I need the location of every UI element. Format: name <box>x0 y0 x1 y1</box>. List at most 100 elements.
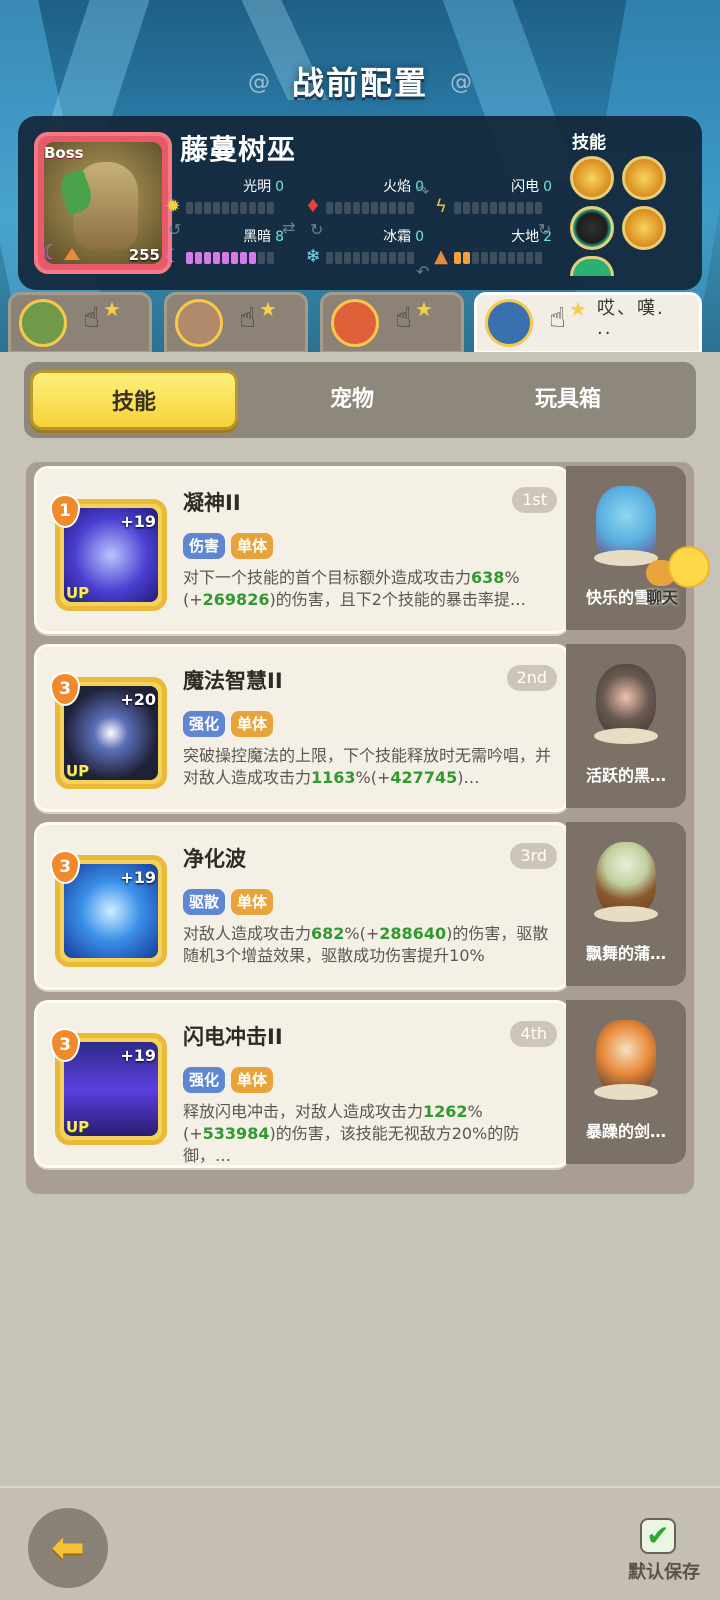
pet-figure <box>596 842 656 916</box>
skill-rank: 4th <box>510 1021 557 1047</box>
skill-card-4[interactable]: 3 +19 UP 闪电冲击II 4th 强化 单体 释放闪电冲击，对敌人造成攻击… <box>34 1000 570 1168</box>
config-tab-bar: 技能 宠物 玩具箱 <box>24 362 696 438</box>
battle-background: @ @ 战前配置 Boss ☾ 255 藤蔓树巫 光明 0 ✹ 火焰 0 ♦ 闪电 0 <box>0 0 720 360</box>
skill-rank: 2nd <box>506 665 557 691</box>
cycle-arrow-icon: ↻ <box>538 220 552 239</box>
skill-card-3[interactable]: 3 +19 净化波 3rd 驱散 单体 对敌人造成攻击力682%(+288640… <box>34 822 570 990</box>
chat-button[interactable]: 聊天 <box>646 546 710 607</box>
boss-skill-icon[interactable] <box>570 206 614 250</box>
skill-card-1[interactable]: 1 +19 UP 凝神II 1st 伤害 单体 对下一个技能的首个目标额外造成攻… <box>34 466 570 634</box>
boss-name: 藤蔓树巫 <box>180 133 297 166</box>
skill-tag: 强化 <box>183 1067 226 1093</box>
skill-name: 凝神II <box>183 491 241 515</box>
hero-tab-4[interactable]: ☝ ★ 哎、嘆. .. <box>474 292 702 354</box>
star-icon: ★ <box>569 297 587 321</box>
skill-description: 对下一个技能的首个目标额外造成攻击力638%(+269826)的伤害，且下2个技… <box>183 568 526 609</box>
bottom-bar <box>0 1486 720 1600</box>
tap-hand-icon: ☝ <box>395 301 413 334</box>
skill-plus: +19 <box>120 1046 156 1065</box>
cycle-arrow-icon: ↺ <box>168 220 182 239</box>
skill-description: 释放闪电冲击，对敌人造成攻击力1262%(+533984)的伤害，该技能无视敌方… <box>183 1102 520 1165</box>
earth-element-icon <box>64 248 80 260</box>
boss-skill-icon[interactable] <box>570 256 614 276</box>
tab-toybox[interactable]: 玩具箱 <box>464 370 672 430</box>
skill-rank: 1st <box>512 487 557 513</box>
skill-tag: 伤害 <box>183 533 226 559</box>
skill-plus: +19 <box>120 868 156 887</box>
boss-portrait[interactable]: Boss ☾ 255 <box>34 132 172 274</box>
skill-name: 净化波 <box>183 847 246 871</box>
skill-card-2[interactable]: 3 +20 UP 魔法智慧II 2nd 强化 单体 突破操控魔法的上限，下个技能… <box>34 644 570 812</box>
pet-slot-2[interactable]: 活跃的黑… <box>566 644 686 808</box>
boss-level: 255 <box>128 246 160 264</box>
skill-tag: 强化 <box>183 711 226 737</box>
skill-tag: 单体 <box>231 889 274 915</box>
boss-skill-icon[interactable] <box>622 156 666 200</box>
skill-icon[interactable]: 3 +19 <box>50 850 167 967</box>
hero-tab-1[interactable]: ☝ ★ <box>8 292 152 354</box>
snowflake-icon: ❄ <box>305 246 321 267</box>
hero-tab-text: 哎、嘆. .. <box>597 298 665 339</box>
star-icon: ★ <box>103 297 121 321</box>
lightning-icon: ϟ <box>435 196 447 217</box>
earth-icon: ▲ <box>434 246 448 267</box>
chat-label: 聊天 <box>646 588 679 607</box>
pet-name: 活跃的黑… <box>585 766 666 785</box>
hero-tab-2[interactable]: ☝ ★ <box>164 292 308 354</box>
moon-icon: ☾ <box>164 246 182 267</box>
skill-tag: 驱散 <box>183 889 226 915</box>
boss-skills-label: 技能 <box>572 133 606 153</box>
sun-icon: ✹ <box>165 196 181 217</box>
cycle-arrow-icon: ↻ <box>310 220 324 239</box>
tap-hand-icon: ☝ <box>83 301 101 334</box>
skill-icon[interactable]: 3 +19 UP <box>50 1028 167 1145</box>
element-light: 光明 0 ✹ <box>162 176 290 222</box>
dark-element-icon: ☾ <box>42 240 60 264</box>
skill-tag: 单体 <box>231 1067 274 1093</box>
hero-avatar <box>175 299 223 347</box>
boss-tag: Boss <box>44 144 84 162</box>
pet-name: 暴躁的剑… <box>585 1122 666 1141</box>
default-save-label: 默认保存 <box>628 1562 700 1583</box>
skill-description: 对敌人造成攻击力682%(+288640)的伤害，驱散随机3个增益效果，驱散成功… <box>183 924 549 965</box>
cycle-arrow-icon: ↷ <box>416 182 430 201</box>
skill-icon[interactable]: 1 +19 UP <box>50 494 167 611</box>
page-title: 战前配置 <box>291 64 428 102</box>
hero-avatar <box>19 299 67 347</box>
tap-hand-icon: ☝ <box>549 301 567 334</box>
pet-name: 飘舞的蒲… <box>585 944 666 963</box>
skill-tag: 单体 <box>231 533 274 559</box>
pet-figure <box>596 664 656 738</box>
swap-arrow-icon: ⇄ <box>282 218 296 237</box>
boss-skill-icon[interactable] <box>622 206 666 250</box>
hero-avatar <box>331 299 379 347</box>
skill-icon[interactable]: 3 +20 UP <box>50 672 167 789</box>
pet-slot-3[interactable]: 飘舞的蒲… <box>566 822 686 986</box>
pet-slot-4[interactable]: 暴躁的剑… <box>566 1000 686 1164</box>
hero-tab-3[interactable]: ☝ ★ <box>320 292 464 354</box>
skill-plus: +20 <box>120 690 156 709</box>
tab-skill[interactable]: 技能 <box>30 370 238 430</box>
boss-skill-icon[interactable] <box>570 156 614 200</box>
smiley-icon <box>668 546 710 588</box>
skill-name: 闪电冲击II <box>183 1025 283 1049</box>
default-save-checkbox[interactable]: ✔ <box>640 1518 676 1554</box>
cycle-arrow-icon: ↶ <box>416 262 430 281</box>
skill-up-badge: UP <box>66 584 90 602</box>
skill-description: 突破操控魔法的上限，下个技能释放时无需吟唱，并对敌人造成攻击力1163%(+42… <box>183 746 552 787</box>
tab-pet[interactable]: 宠物 <box>248 370 456 430</box>
hero-avatar <box>485 299 533 347</box>
skill-name: 魔法智慧II <box>183 669 283 693</box>
pet-figure <box>596 1020 656 1094</box>
skill-up-badge: UP <box>66 762 90 780</box>
star-icon: ★ <box>259 297 277 321</box>
back-button[interactable]: ⬅ <box>28 1508 108 1588</box>
skill-tag: 单体 <box>231 711 274 737</box>
element-lightning: 闪电 0 ϟ <box>430 176 558 222</box>
star-icon: ★ <box>415 297 433 321</box>
fire-icon: ♦ <box>304 196 322 217</box>
element-fire: 火焰 0 ♦ <box>302 176 430 222</box>
back-arrow-icon: ⬅ <box>51 1525 85 1571</box>
tap-hand-icon: ☝ <box>239 301 257 334</box>
boss-info-panel: Boss ☾ 255 藤蔓树巫 光明 0 ✹ 火焰 0 ♦ 闪电 0 ϟ 黑暗 8 ☾ <box>18 116 702 290</box>
